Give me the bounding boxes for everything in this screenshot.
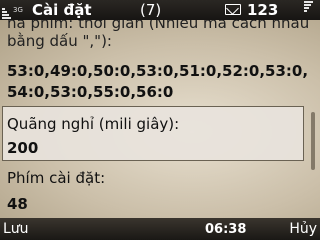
network-type: 3G (13, 6, 23, 14)
page-title: Cài đặt (32, 1, 92, 19)
pause-input[interactable]: 200 (7, 139, 38, 157)
sequence-hint-label-line2: bằng dấu ","): (7, 32, 112, 50)
battery-icon (304, 1, 318, 19)
signal-strength-icon (2, 1, 12, 19)
cancel-softkey[interactable]: Hủy (289, 221, 317, 237)
input-mode-indicator: 123 (247, 1, 279, 19)
pause-label: Quãng nghỉ (mili giây): (7, 115, 180, 133)
softkey-bar: Lưu 06:38 Hủy (0, 218, 320, 240)
settings-form: hả phím: thời gian (Nhiều mà cách nhau b… (0, 20, 320, 218)
save-softkey[interactable]: Lưu (3, 221, 29, 237)
clock: 06:38 (205, 222, 247, 237)
status-bar: 3G Cài đặt (7) 123 (0, 0, 320, 20)
message-icon (225, 4, 241, 15)
key-setting-label: Phím cài đặt: (7, 169, 106, 187)
tab-count: (7) (140, 1, 162, 19)
sequence-field-line2[interactable]: 54:0,53:0,55:0,56:0 (7, 83, 173, 101)
sequence-field-line1[interactable]: 53:0,49:0,50:0,53:0,51:0,52:0,53:0, (7, 62, 308, 80)
key-setting-input[interactable]: 48 (7, 195, 28, 213)
scrollbar-thumb[interactable] (311, 112, 315, 170)
sequence-hint-label: hả phím: thời gian (Nhiều mà cách nhau (7, 20, 310, 32)
